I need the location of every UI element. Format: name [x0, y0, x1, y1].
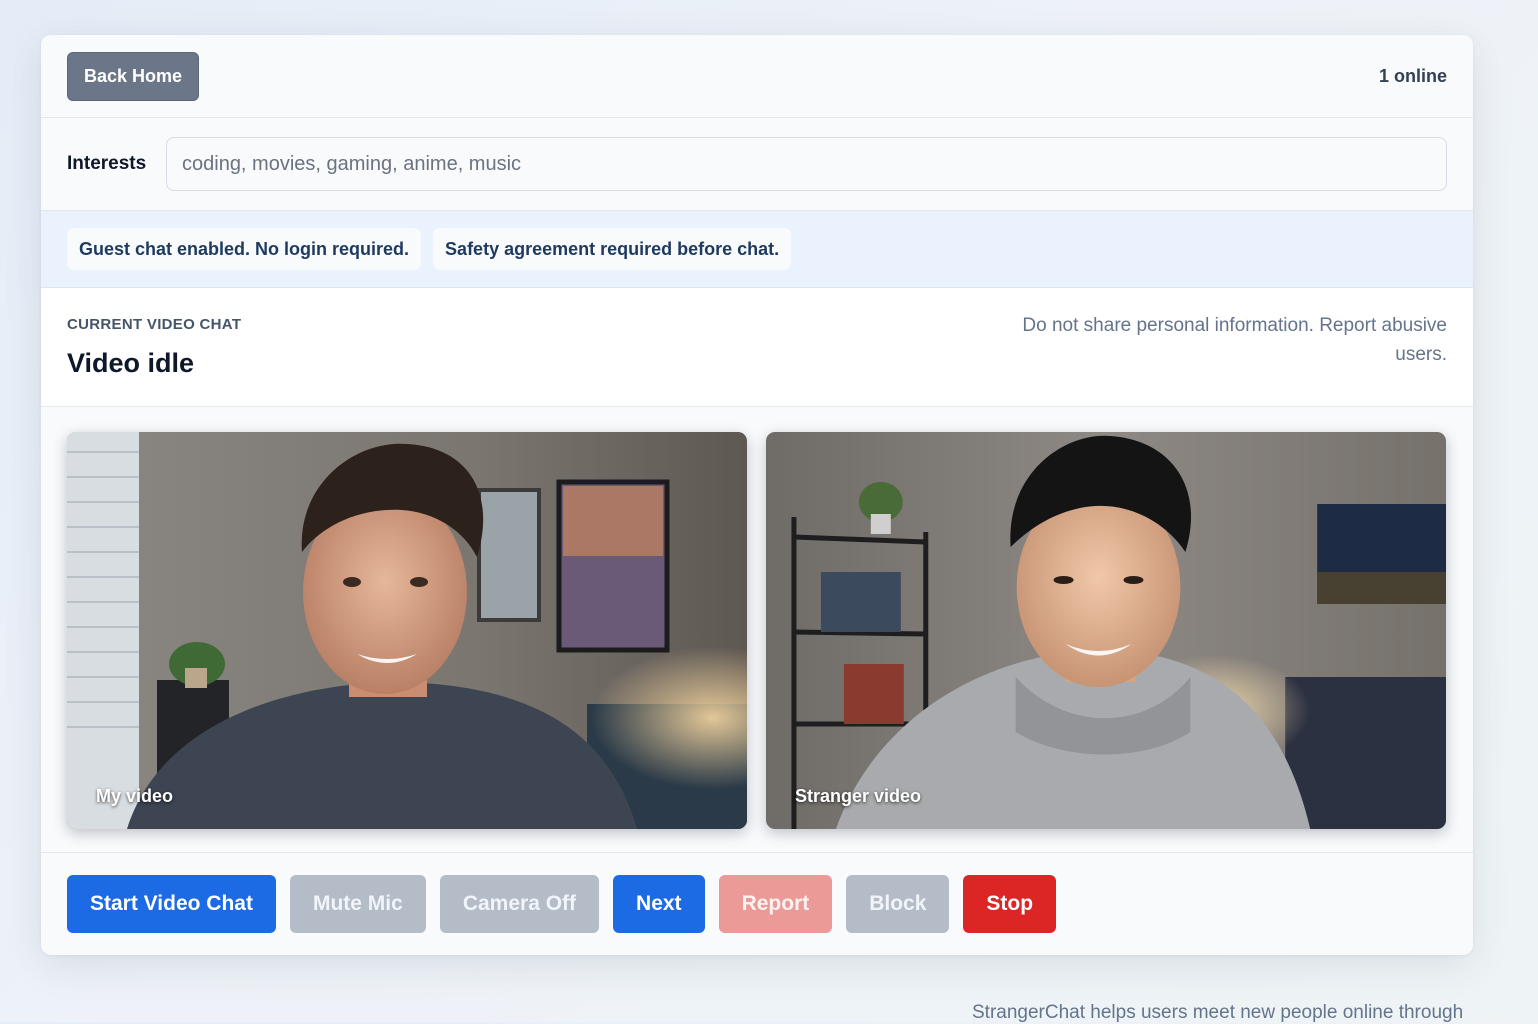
start-video-chat-button[interactable]: Start Video Chat: [67, 874, 276, 933]
safety-agreement-notice: Safety agreement required before chat.: [433, 228, 792, 270]
video-area: My video Stranger video: [41, 407, 1473, 853]
stranger-video-tile: Stranger video: [766, 432, 1446, 829]
chat-controls: Start Video Chat Mute Mic Camera Off Nex…: [41, 853, 1473, 954]
stranger-video-feed-image: [766, 432, 1446, 829]
privacy-warning: Do not share personal information. Repor…: [1022, 315, 1447, 365]
next-button[interactable]: Next: [613, 874, 705, 933]
my-video-tile: My video: [67, 432, 747, 829]
video-chat-panel: Back Home 1 online Interests Guest chat …: [41, 35, 1473, 955]
my-video-label: My video: [96, 786, 174, 806]
interests-row: Interests: [41, 118, 1473, 211]
guest-chat-notice: Guest chat enabled. No login required.: [67, 228, 422, 270]
notice-bar: Guest chat enabled. No login required. S…: [41, 211, 1473, 288]
stop-button[interactable]: Stop: [963, 874, 1057, 933]
my-video-feed-image: [67, 432, 747, 829]
back-home-button[interactable]: Back Home: [67, 51, 200, 101]
interests-label: Interests: [67, 153, 147, 174]
top-bar: Back Home 1 online: [41, 35, 1473, 118]
block-button[interactable]: Block: [846, 874, 950, 933]
stranger-video-label: Stranger video: [795, 786, 922, 806]
mute-mic-button[interactable]: Mute Mic: [289, 874, 426, 933]
footer-description: StrangerChat helps users meet new people…: [972, 1002, 1464, 1023]
interests-input[interactable]: [166, 137, 1447, 191]
chat-header: CURRENT VIDEO CHAT Video idle Do not sha…: [41, 288, 1473, 407]
chat-status-block: CURRENT VIDEO CHAT Video idle: [67, 316, 241, 406]
report-button[interactable]: Report: [718, 874, 833, 933]
camera-off-button[interactable]: Camera Off: [439, 874, 600, 933]
section-eyebrow: CURRENT VIDEO CHAT: [67, 316, 242, 333]
online-count: 1 online: [1378, 65, 1447, 86]
video-status-title: Video idle: [67, 348, 195, 378]
